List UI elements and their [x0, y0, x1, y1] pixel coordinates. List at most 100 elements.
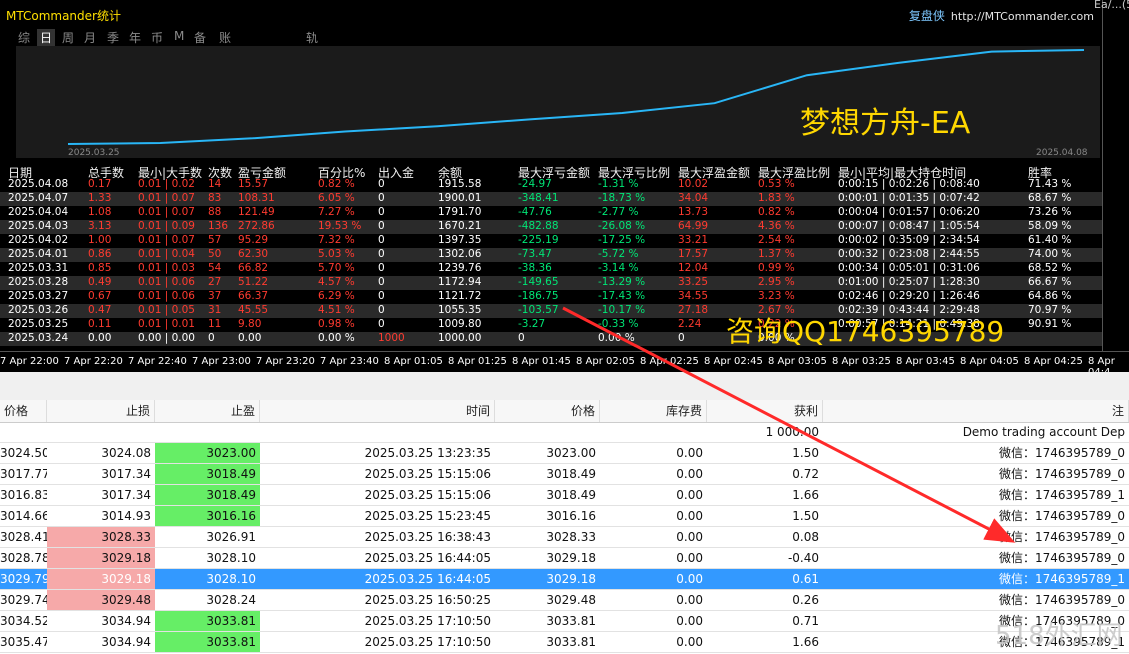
stats-cell: 0	[378, 248, 385, 260]
stats-cell: 0.01 | 0.06	[138, 276, 195, 288]
trade-cell-sl: 3014.93	[101, 509, 151, 523]
trade-cell-sl: 3029.18	[47, 548, 155, 568]
contact-overlay: 咨询QQ1746395789	[726, 315, 1005, 348]
trade-row[interactable]: 3016.83 3017.34 3018.49 2025.03.25 15:15:06…	[0, 485, 1129, 506]
stats-row[interactable]: 2025.04.04 1.08 0.01 | 0.07 88 121.49 7.27 % 0…	[0, 206, 1102, 220]
tab-2[interactable]: 周	[62, 29, 74, 46]
stats-cell: 71.43 %	[1028, 178, 1072, 190]
stats-cell: 0:00:07 | 0:08:47 | 1:05:54	[838, 220, 980, 232]
stats-cell: 0:00:01 | 0:01:35 | 0:07:42	[838, 192, 980, 204]
trade-col-7[interactable]: 注	[823, 400, 1129, 422]
stats-cell: 4.57 %	[318, 276, 355, 288]
trade-cell-tp: 3033.81	[155, 632, 260, 652]
stats-cell: 1009.80	[438, 318, 482, 330]
stats-cell: 13.73	[678, 206, 709, 218]
stats-cell: 4.51 %	[318, 304, 355, 316]
trade-cell-tp: 3028.10	[206, 551, 256, 565]
stats-cell: 1121.72	[438, 290, 482, 302]
stats-row[interactable]: 2025.04.02 1.00 0.01 | 0.07 57 95.29 7.32 % 0 1…	[0, 234, 1102, 248]
trade-cell-open: 3024.50	[0, 446, 47, 460]
stats-cell: 2025.04.02	[8, 234, 69, 246]
stats-cell: 31	[208, 304, 222, 316]
tab-4[interactable]: 季	[107, 29, 119, 46]
stats-cell: 0.01 | 0.09	[138, 220, 195, 232]
stats-cell: 70.97 %	[1028, 304, 1072, 316]
trade-cell-swap: 0.00	[676, 593, 703, 607]
stats-cell: 2025.03.24	[8, 332, 69, 344]
stats-cell: 1000.00	[438, 332, 482, 344]
stats-cell: 2.24	[678, 318, 702, 330]
stats-row[interactable]: 2025.04.08 0.17 0.01 | 0.02 14 15.57 0.82 % 0 1…	[0, 178, 1102, 192]
stats-cell: 51.22	[238, 276, 269, 288]
stats-cell: 2025.03.28	[8, 276, 69, 288]
stats-cell: -3.27	[518, 318, 546, 330]
trade-col-6[interactable]: 获利	[707, 400, 823, 422]
stats-cell: 0.47	[88, 304, 112, 316]
stats-row[interactable]: 2025.03.31 0.85 0.01 | 0.03 54 66.82 5.70 % 0 1…	[0, 262, 1102, 276]
stats-cell: 62.30	[238, 248, 269, 260]
trade-row[interactable]: 3017.77 3017.34 3018.49 2025.03.25 15:15:06…	[0, 464, 1129, 485]
tab-8[interactable]: 备	[194, 29, 206, 46]
stats-cell: 2025.04.03	[8, 220, 69, 232]
trade-row[interactable]: 3028.78 3029.18 3028.10 2025.03.25 16:44:05…	[0, 548, 1129, 569]
trade-row[interactable]: 3034.52 3034.94 3033.81 2025.03.25 17:10:50…	[0, 611, 1129, 632]
trade-col-1[interactable]: 止损	[47, 400, 155, 422]
trade-cell-time: 2025.03.25 17:10:50	[364, 635, 491, 649]
trade-cell-open: 3034.52	[0, 614, 47, 628]
stats-cell: 0:00:02 | 0:35:09 | 2:34:54	[838, 234, 980, 246]
trade-cell-open: 3029.79	[0, 572, 47, 586]
tab-6[interactable]: 币	[151, 29, 163, 46]
trade-cell-sl: 3034.94	[101, 635, 151, 649]
stats-row[interactable]: 2025.03.27 0.67 0.01 | 0.06 37 66.37 6.29 % 0 1…	[0, 290, 1102, 304]
stats-row[interactable]: 2025.04.01 0.86 0.01 | 0.04 50 62.30 5.03 % 0 1…	[0, 248, 1102, 262]
trade-row[interactable]: 3014.66 3014.93 3016.16 2025.03.25 15:23:45…	[0, 506, 1129, 527]
stats-cell: 66.82	[238, 262, 269, 274]
trade-cell-time: 2025.03.25 15:15:06	[364, 467, 491, 481]
trade-col-0[interactable]: 价格	[0, 400, 47, 422]
stats-cell: 2025.04.07	[8, 192, 69, 204]
trade-cell-sl: 3029.48	[47, 590, 155, 610]
stats-cell: -10.17 %	[598, 304, 646, 316]
trade-cell-tp: 3018.49	[155, 485, 260, 505]
stats-cell: 0.01 | 0.01	[138, 318, 195, 330]
trade-row[interactable]: 3035.47 3034.94 3033.81 2025.03.25 17:10:50…	[0, 632, 1129, 653]
time-tick: 8 Apr 02:25	[640, 356, 699, 367]
stats-row[interactable]: 2025.04.07 1.33 0.01 | 0.07 83 108.31 6.05 % 0…	[0, 192, 1102, 206]
tab-5[interactable]: 年	[129, 29, 141, 46]
trade-row[interactable]: 3029.74 3029.48 3028.24 2025.03.25 16:50:25…	[0, 590, 1129, 611]
stats-cell: 0.86	[88, 248, 112, 260]
deposit-row[interactable]: 1 000.00 Demo trading account Dep	[0, 422, 1129, 443]
trade-cell-sl: 3024.08	[101, 446, 151, 460]
tab-0[interactable]: 综	[18, 29, 30, 46]
tab-3[interactable]: 月	[84, 29, 96, 46]
trade-col-5[interactable]: 库存费	[600, 400, 707, 422]
trade-cell-open: 3016.83	[0, 488, 47, 502]
stats-cell: 2025.03.26	[8, 304, 69, 316]
trade-col-4[interactable]: 价格	[495, 400, 600, 422]
stats-row[interactable]: 2025.04.03 3.13 0.01 | 0.09 136 272.86 19.53 …	[0, 220, 1102, 234]
stats-cell: 37	[208, 290, 222, 302]
stats-cell: 1.08	[88, 206, 112, 218]
trade-cell-tp: 3023.00	[155, 443, 260, 463]
trade-row[interactable]: 3028.41 3028.33 3026.91 2025.03.25 16:38:43…	[0, 527, 1129, 548]
stats-cell: 0.11	[88, 318, 112, 330]
brand[interactable]: 复盘侠 http://MTCommander.com	[909, 7, 1094, 24]
stats-cell: 64.86 %	[1028, 290, 1072, 302]
stats-row[interactable]: 2025.03.28 0.49 0.01 | 0.06 27 51.22 4.57 % 0 1…	[0, 276, 1102, 290]
trade-col-2[interactable]: 止盈	[155, 400, 260, 422]
trade-cell-profit: 0.26	[792, 593, 819, 607]
tab-1[interactable]: 日	[37, 29, 56, 46]
trade-col-3[interactable]: 时间	[260, 400, 495, 422]
stats-header: 日期 总手数 最小|大手数 次数 盈亏金额 百分比% 出入金 余额 最大浮亏金额 最大浮亏比例 最大…	[0, 164, 1102, 180]
trade-row[interactable]: 3024.50 3024.08 3023.00 2025.03.25 13:23:35…	[0, 443, 1129, 464]
trade-row[interactable]: 3029.79 3029.18 3028.10 2025.03.25 16:44:05…	[0, 569, 1129, 590]
stats-cell: 88	[208, 206, 222, 218]
trade-cell-profit: 1.66	[792, 635, 819, 649]
trade-cell-comment: 微信：1746395789_1	[999, 572, 1125, 586]
time-tick: 8 Apr 01:45	[512, 356, 571, 367]
time-tick: 8 Apr 03:45	[896, 356, 955, 367]
trade-cell-comment: 微信：1746395789_0	[999, 551, 1125, 565]
window-title: MTCommander统计	[6, 9, 121, 23]
tab-7[interactable]: M	[174, 29, 184, 43]
trade-cell-close: 3029.18	[546, 551, 596, 565]
